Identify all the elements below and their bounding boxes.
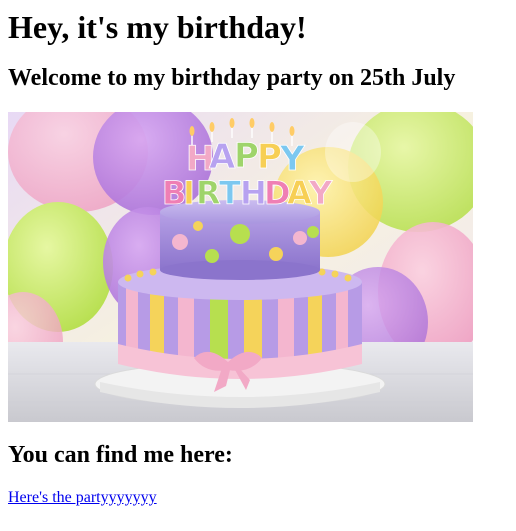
birthday-cake-image: H A P P Y B I R T H D A Y: [8, 112, 473, 422]
svg-text:A: A: [209, 137, 236, 177]
party-link[interactable]: Here's the partyyyyyyy: [8, 488, 157, 508]
svg-text:R: R: [196, 174, 221, 212]
svg-text:H: H: [240, 174, 267, 212]
svg-text:Y: Y: [279, 139, 305, 179]
svg-text:P: P: [234, 136, 259, 176]
party-subtitle: Welcome to my birthday party on 25th Jul…: [8, 65, 456, 91]
page-title: Hey, it's my birthday!: [8, 9, 307, 45]
svg-text:I: I: [183, 174, 195, 212]
location-heading: You can find me here:: [8, 442, 233, 468]
svg-text:P: P: [257, 137, 282, 177]
svg-text:T: T: [219, 174, 241, 212]
svg-text:Y: Y: [308, 174, 333, 212]
